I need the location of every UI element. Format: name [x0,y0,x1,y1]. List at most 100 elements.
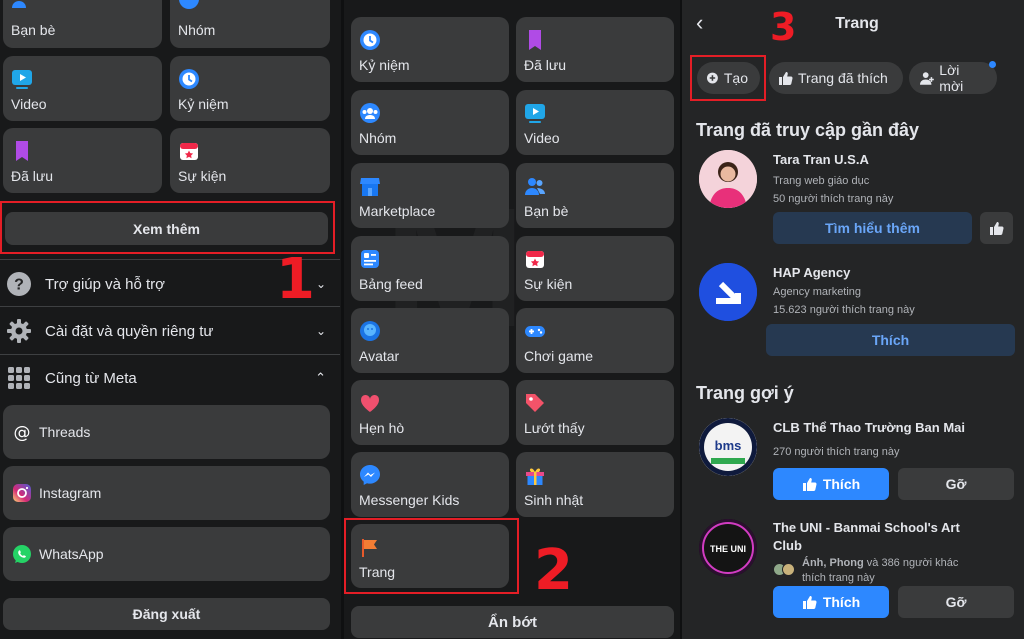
groups-icon [179,0,199,9]
avatar[interactable]: bms [699,418,757,476]
marketplace-icon [360,178,380,196]
menu-tile-label: Nhóm [178,22,216,38]
mutual-friends-names: Ánh, Phong [802,557,864,569]
menu-tile-video[interactable]: Video [3,56,162,121]
instagram-app-row[interactable]: Instagram [3,466,330,520]
avatar[interactable]: THE UNI [699,519,757,577]
pages-header: ‹ Trang [682,0,1024,46]
menu-tile-label: Bạn bè [524,203,569,219]
page-name[interactable]: CLB Thể Thao Trường Ban Mai [773,420,965,435]
also-from-meta-row[interactable]: Cũng từ Meta ⌃ [0,355,340,401]
menu-tile-saved[interactable]: Đã lưu [3,128,162,193]
menu-tile-saved[interactable]: Đã lưu [516,17,674,82]
mutual-friends-likes: Ánh, Phong và 386 người khác [802,557,958,569]
menu-tile-pages[interactable]: Trang [351,524,509,588]
page-name-line2[interactable]: Club [773,538,802,553]
threads-icon: @ [14,423,31,442]
menu-tile-memories[interactable]: Kỷ niệm [351,17,509,82]
events-icon [526,251,544,268]
menu-tile-groups[interactable]: Nhóm [351,90,509,155]
plus-circle-icon [707,72,718,84]
see-more-button[interactable]: Xem thêm [5,212,328,245]
menu-tile-events[interactable]: Sự kiện [516,236,674,301]
chevron-up-icon: ⌃ [315,370,326,385]
hide-less-button[interactable]: Ẩn bớt [351,606,674,638]
threads-app-row[interactable]: @ Threads [3,405,330,459]
gaming-icon [525,326,545,337]
video-icon [12,70,32,89]
whatsapp-app-row[interactable]: WhatsApp [3,527,330,581]
menu-tile-label: Video [524,130,560,146]
menu-tile-label: Hẹn hò [359,420,405,436]
memories-icon [360,30,380,50]
chevron-down-icon: ⌄ [315,324,326,338]
menu-tile-friends[interactable]: Bạn bè [3,0,162,48]
menu-tile-label: Lướt thấy [524,420,585,436]
pages-panel: ‹ Trang 3 Tạo Trang đã thích Lời mời Tra… [682,0,1024,639]
menu-tile-label: Trang [359,564,396,580]
events-icon [180,143,198,160]
menu-panel-left: Bạn bè Nhóm Video Kỷ niệm Đã lưu Sự kiện… [0,0,340,639]
menu-tile-feeds[interactable]: Bảng feed [351,236,509,301]
menu-tile-avatar[interactable]: Avatar [351,308,509,373]
menu-tile-label: Sự kiện [524,276,573,292]
suggested-pages-heading: Trang gợi ý [696,383,794,403]
menu-tile-label: Bảng feed [359,276,423,292]
menu-tile-label: Avatar [359,348,400,364]
menu-tile-video[interactable]: Video [516,90,674,155]
avatar[interactable] [699,150,757,208]
menu-tile-deals[interactable]: Lướt thấy [516,380,674,445]
mutual-friends-rest: và 386 người khác [863,557,959,569]
menu-tile-label: Chơi game [524,348,594,364]
add-person-icon [920,71,934,85]
step-number-1: 1 [276,247,315,312]
heart-icon [360,394,380,412]
menu-tile-marketplace[interactable]: Marketplace [351,163,509,228]
menu-tile-friends[interactable]: Bạn bè [516,163,674,228]
menu-tile-gaming[interactable]: Chơi game [516,308,674,373]
menu-tile-label: Đã lưu [524,57,567,73]
menu-tile-messenger-kids[interactable]: Messenger Kids [351,452,509,517]
menu-tile-memories[interactable]: Kỷ niệm [170,56,330,121]
logout-button[interactable]: Đăng xuất [3,598,330,630]
like-icon-button[interactable] [980,212,1013,244]
menu-tile-dating[interactable]: Hẹn hò [351,380,509,445]
liked-pages-label: Trang đã thích [798,70,888,86]
avatar[interactable] [699,263,757,321]
like-page-button[interactable]: Thích [766,324,1015,356]
saved-icon [529,30,541,50]
also-from-meta-label: Cũng từ Meta [45,369,137,387]
menu-tile-birthdays[interactable]: Sinh nhật [516,452,674,517]
page-title: Trang [835,15,879,32]
menu-tile-groups[interactable]: Nhóm [170,0,330,48]
logo-text: bms [715,438,742,453]
instagram-label: Instagram [39,485,102,501]
like-label: Thích [822,476,861,492]
menu-tile-label: Đã lưu [11,168,54,184]
page-name[interactable]: Tara Tran U.S.A [773,152,869,167]
chevron-down-icon: ⌄ [315,277,326,291]
remove-suggestion-button[interactable]: Gỡ [898,468,1014,500]
friends-icon [12,1,26,8]
page-name[interactable]: HAP Agency [773,265,850,280]
mutual-friends-avatars [773,561,801,577]
feeds-icon [361,250,379,268]
like-page-button[interactable]: Thích [773,468,889,500]
invites-chip[interactable]: Lời mời [909,61,997,94]
learn-more-button[interactable]: Tìm hiểu thêm [773,212,972,244]
menu-tile-events[interactable]: Sự kiện [170,128,330,193]
settings-privacy-row[interactable]: Cài đặt và quyền riêng tư ⌄ [0,308,340,354]
page-category: Trang web giáo dục [773,175,870,187]
page-category: Agency marketing [773,286,862,298]
menu-tile-label: Sinh nhật [524,492,584,508]
video-icon [525,104,545,123]
tag-icon [526,394,544,412]
remove-suggestion-button[interactable]: Gỡ [898,586,1014,618]
liked-pages-chip[interactable]: Trang đã thích [769,62,903,94]
create-page-chip[interactable]: Tạo [697,62,760,94]
page-likes-count: 50 người thích trang này [773,193,894,205]
page-name[interactable]: The UNI - Banmai School's Art [773,520,960,535]
thumbs-up-icon [990,221,1004,235]
thumbs-up-icon [779,71,793,85]
like-page-button[interactable]: Thích [773,586,889,618]
